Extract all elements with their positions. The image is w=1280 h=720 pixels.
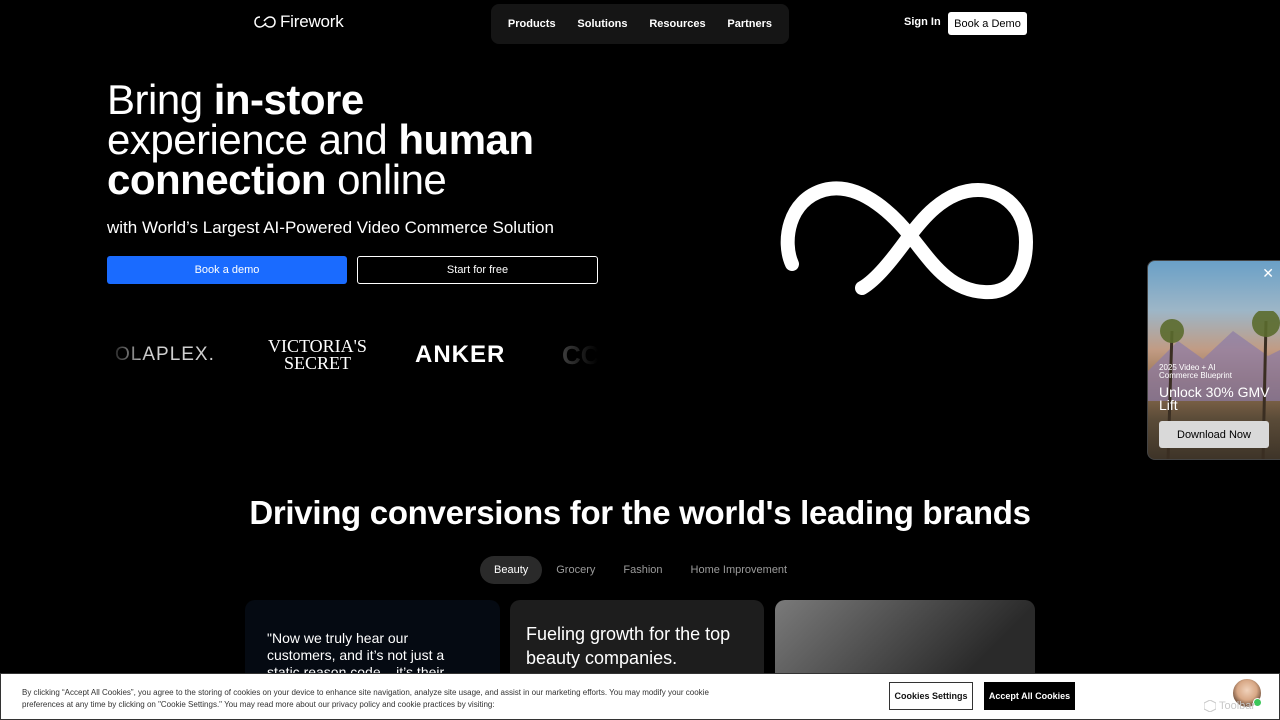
carousel-fade-right <box>538 330 598 380</box>
infinity-graphic <box>780 181 1034 300</box>
main-nav: Products Solutions Resources Partners <box>491 4 789 44</box>
promo-headline: Unlock 30% GMV Lift <box>1159 384 1270 413</box>
start-free-button[interactable]: Start for free <box>357 256 598 284</box>
carousel-fade-left <box>107 330 147 380</box>
watermark: Toolbar <box>1204 700 1255 712</box>
book-demo-header-button[interactable]: Book a Demo <box>948 12 1027 35</box>
firework-infinity-icon <box>254 16 276 28</box>
victorias-secret-logo: VICTORIA'S SECRET <box>268 336 367 373</box>
nav-products[interactable]: Products <box>508 18 556 30</box>
sign-in-link[interactable]: Sign In <box>904 16 941 28</box>
tab-beauty[interactable]: Beauty <box>480 556 543 584</box>
cookie-banner: By clicking “Accept All Cookies”, you ag… <box>0 673 1280 720</box>
cookies-settings-button[interactable]: Cookies Settings <box>889 682 973 710</box>
watermark-icon <box>1204 700 1216 712</box>
section-title: Driving conversions for the world's lead… <box>249 494 1031 531</box>
accept-all-cookies-button[interactable]: Accept All Cookies <box>984 682 1075 710</box>
hero-title: Bring in-store experience and human conn… <box>107 76 534 203</box>
cookie-text: By clicking “Accept All Cookies”, you ag… <box>22 688 709 709</box>
nav-resources[interactable]: Resources <box>649 18 705 30</box>
tab-fashion[interactable]: Fashion <box>609 556 676 584</box>
close-icon[interactable]: ✕ <box>1262 265 1274 282</box>
brand-name: Firework <box>280 12 344 31</box>
book-demo-button[interactable]: Book a demo <box>107 256 347 284</box>
brand-logo-carousel: OLAPLEX. VICTORIA'S SECRET ANKER CC <box>107 330 598 380</box>
promo-card[interactable]: ✕ 2025 Video + AI Commerce Blueprint Unl… <box>1147 260 1280 460</box>
nav-partners[interactable]: Partners <box>727 18 772 30</box>
hero-subtitle: with World’s Largest AI-Powered Video Co… <box>107 218 554 237</box>
tab-grocery[interactable]: Grocery <box>542 556 609 584</box>
tab-home-improvement[interactable]: Home Improvement <box>677 556 802 584</box>
firework-logo[interactable]: Firework <box>254 12 344 32</box>
promo-kicker: 2025 Video + AI Commerce Blueprint <box>1159 363 1232 380</box>
anker-logo: ANKER <box>415 341 506 368</box>
nav-solutions[interactable]: Solutions <box>577 18 627 30</box>
download-now-button[interactable]: Download Now <box>1159 421 1269 448</box>
beauty-growth-text: Fueling growth for the top beauty compan… <box>526 624 731 668</box>
industry-tabs: Beauty Grocery Fashion Home Improvement <box>480 556 801 584</box>
